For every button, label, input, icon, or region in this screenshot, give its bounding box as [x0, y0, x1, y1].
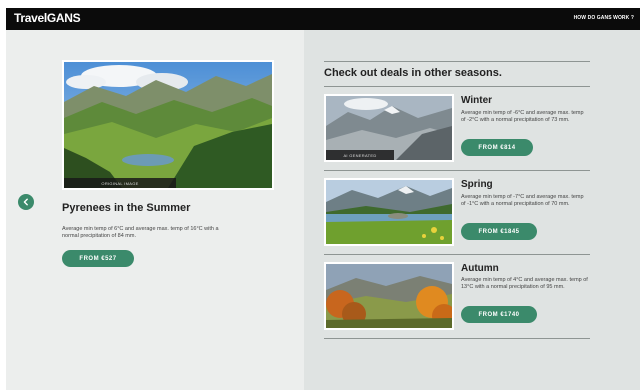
original-image: ORIGINAL IMAGE — [62, 60, 274, 190]
back-button[interactable] — [18, 194, 34, 210]
spring-mountain-picture — [326, 180, 452, 244]
divider — [324, 338, 590, 339]
season-description-winter: Average min temp of -6°C and average max… — [461, 110, 584, 123]
price-button-autumn[interactable]: FROM €1740 — [461, 306, 537, 323]
divider — [324, 254, 590, 255]
divider — [324, 61, 590, 62]
summer-mountain-picture — [64, 62, 272, 188]
deals-heading: Check out deals in other seasons. — [324, 67, 502, 79]
price-button-spring[interactable]: FROM €1845 — [461, 223, 537, 240]
left-panel: ORIGINAL IMAGE Pyrenees in the Summer Av… — [6, 30, 304, 390]
price-button-winter[interactable]: FROM €814 — [461, 139, 533, 156]
season-description-autumn: Average min temp of 4°C and average max.… — [461, 277, 588, 290]
divider — [324, 170, 590, 171]
image-caption: ORIGINAL IMAGE — [64, 178, 176, 188]
autumn-image[interactable] — [324, 262, 454, 330]
ai-generated-tag: AI GENERATED — [326, 150, 394, 160]
brand-logo[interactable]: TravelGANS — [14, 11, 81, 25]
season-title-spring: Spring — [461, 179, 493, 190]
top-bar: TravelGANS HOW DO GANS WORK ? — [6, 8, 640, 30]
autumn-mountain-picture — [326, 264, 452, 328]
season-title-winter: Winter — [461, 95, 493, 106]
divider — [324, 86, 590, 87]
how-gans-work-link[interactable]: HOW DO GANS WORK ? — [574, 15, 634, 21]
spring-image[interactable] — [324, 178, 454, 246]
season-title-autumn: Autumn — [461, 263, 499, 274]
season-description-spring: Average min temp of -7°C and average max… — [461, 194, 584, 207]
destination-description: Average min temp of 6°C and average max.… — [62, 226, 219, 239]
chevron-left-icon — [22, 198, 30, 206]
winter-image[interactable]: AI GENERATED — [324, 94, 454, 162]
price-button-summer[interactable]: FROM €527 — [62, 250, 134, 267]
destination-title: Pyrenees in the Summer — [62, 202, 191, 214]
